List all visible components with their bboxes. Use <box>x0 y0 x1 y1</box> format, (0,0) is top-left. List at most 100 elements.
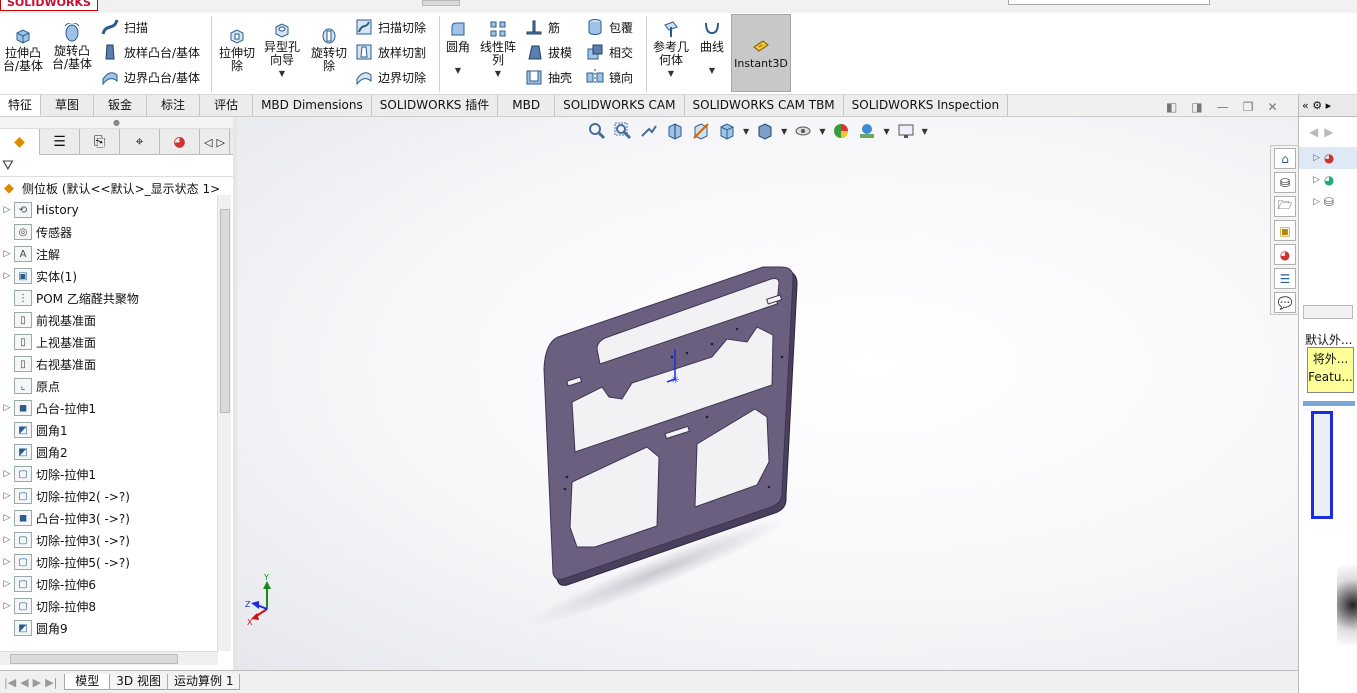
splitter-bar[interactable] <box>1303 401 1355 406</box>
tree-item[interactable]: ⌞ 原点 <box>0 375 60 397</box>
scenes-tree-item[interactable]: ▷ ◕ <box>1299 169 1357 191</box>
expand-arrow-icon[interactable]: ▷ <box>0 205 14 215</box>
tree-item[interactable]: ▷ ⟲ History <box>0 199 79 221</box>
expand-arrow-icon[interactable]: ▷ <box>0 249 14 259</box>
wrap-button[interactable]: 包覆 <box>585 17 633 37</box>
tree-item[interactable]: ◩ 圆角2 <box>0 441 68 463</box>
loft-boss-button[interactable]: 放样凸台/基体 <box>100 42 200 62</box>
revolve-cut-button[interactable]: 旋转切 除 <box>308 25 350 73</box>
mirror-button[interactable]: 镜向 <box>585 67 633 87</box>
double-chevron-left-icon[interactable]: « <box>1302 99 1309 112</box>
part-model[interactable]: ✳ Y X Z <box>237 117 1298 670</box>
display-manager-tab[interactable]: ◕ <box>160 129 200 155</box>
minimize-icon[interactable]: — <box>1217 100 1229 114</box>
swept-cut-button[interactable]: 扫描切除 <box>354 17 426 37</box>
lofted-cut-button[interactable]: 放样切割 <box>354 42 426 62</box>
instant3d-button[interactable]: Instant3D <box>731 14 791 92</box>
sweep-button[interactable]: 扫描 <box>100 17 148 37</box>
restore-icon[interactable]: ❐ <box>1243 100 1254 114</box>
draft-button[interactable]: 拔模 <box>524 42 572 62</box>
next-tab-icon[interactable]: ▶ <box>33 676 41 689</box>
design-library-tab[interactable]: ⛁ <box>1274 172 1296 193</box>
forum-tab[interactable]: 💬 <box>1274 292 1296 313</box>
boundary-boss-button[interactable]: 边界凸台/基体 <box>100 67 200 87</box>
tab-model[interactable]: 模型 <box>64 674 111 690</box>
tree-item[interactable]: ▷ ◼ 凸台-拉伸3( ->?) <box>0 507 130 529</box>
linear-pattern-button[interactable]: 线性阵 列 ▼ <box>478 19 518 80</box>
forward-arrow-icon[interactable]: ▶ <box>1324 125 1333 139</box>
tile-left-icon[interactable]: ◧ <box>1166 100 1177 114</box>
tree-item[interactable]: ▯ 前视基准面 <box>0 309 96 331</box>
fillet-button[interactable]: 圆角 ▼ <box>442 19 474 77</box>
tab-markup[interactable]: 标注 <box>147 95 201 116</box>
tree-item[interactable]: ⋮ POM 乙缩醛共聚物 <box>0 287 139 309</box>
tab-solidworks-addins[interactable]: SOLIDWORKS 插件 <box>371 95 499 116</box>
tree-item[interactable]: ▯ 右视基准面 <box>0 353 96 375</box>
tree-item[interactable]: ▯ 上视基准面 <box>0 331 96 353</box>
expand-arrow-icon[interactable]: ▷ <box>0 403 14 413</box>
configuration-manager-tab[interactable]: ⎘ <box>80 129 120 155</box>
tree-vertical-scrollbar[interactable] <box>217 195 231 651</box>
tree-horizontal-scrollbar[interactable] <box>0 651 218 665</box>
filter-icon[interactable]: ⛛ <box>2 158 14 174</box>
first-tab-icon[interactable]: |◀ <box>4 676 16 689</box>
quick-access-box[interactable] <box>422 0 460 6</box>
tile-right-icon[interactable]: ◨ <box>1191 100 1202 114</box>
expand-arrow-icon[interactable]: ▷ <box>0 535 14 545</box>
tree-item[interactable]: ▷ ▢ 切除-拉伸6 <box>0 573 96 595</box>
custom-properties-tab[interactable]: ☰ <box>1274 268 1296 289</box>
file-explorer-tab[interactable]: 🗁 <box>1274 196 1296 217</box>
view-palette-tab[interactable]: ▣ <box>1274 220 1296 241</box>
expand-arrow-icon[interactable]: ▷ <box>0 271 14 281</box>
linear-pattern-dropdown-icon[interactable]: ▼ <box>495 67 501 80</box>
expand-arrow-icon[interactable]: ▷ <box>0 579 14 589</box>
expand-arrow-icon[interactable]: ▷ <box>0 469 14 479</box>
back-arrow-icon[interactable]: ◀ <box>1309 125 1318 139</box>
tree-item[interactable]: ▷ ◼ 凸台-拉伸1 <box>0 397 96 419</box>
tab-solidworks-inspection[interactable]: SOLIDWORKS Inspection <box>843 95 1009 116</box>
solidworks-resources-tab[interactable]: ⌂ <box>1274 148 1296 169</box>
extrude-boss-button[interactable]: 拉伸凸 台/基体 <box>2 25 44 73</box>
decals-tree-item[interactable]: ▷ ⛁ <box>1299 191 1357 213</box>
hole-wizard-button[interactable]: 异型孔 向导 ▼ <box>261 19 303 80</box>
tab-mbd-dimensions[interactable]: MBD Dimensions <box>253 95 372 116</box>
pin-icon[interactable]: ▸ <box>1326 99 1332 112</box>
property-manager-tab[interactable]: ☰ <box>40 129 80 155</box>
revolve-boss-button[interactable]: 旋转凸 台/基体 <box>50 22 94 71</box>
expand-arrow-icon[interactable]: ▷ <box>0 513 14 523</box>
gear-icon[interactable]: ⚙ <box>1312 99 1322 112</box>
prev-tab-icon[interactable]: ◀ <box>20 676 28 689</box>
tree-item[interactable]: ▷ ▢ 切除-拉伸1 <box>0 463 96 485</box>
curves-dropdown-icon[interactable]: ▼ <box>709 64 715 77</box>
curves-button[interactable]: 曲线 ▼ <box>696 19 728 77</box>
reference-geometry-dropdown-icon[interactable]: ▼ <box>668 67 674 80</box>
tab-solidworks-cam-tbm[interactable]: SOLIDWORKS CAM TBM <box>684 95 844 116</box>
tree-item[interactable]: ▷ ▢ 切除-拉伸5( ->?) <box>0 551 130 573</box>
expand-arrow-icon[interactable]: ▷ <box>0 491 14 501</box>
tree-root-part[interactable]: ◆ 侧位板 (默认<<默认>_显示状态 1> <box>0 177 220 199</box>
task-pane-hscroll[interactable] <box>1303 305 1353 319</box>
intersect-button[interactable]: 相交 <box>585 42 633 62</box>
tab-motion-study[interactable]: 运动算例 1 <box>167 674 241 690</box>
graphics-area[interactable]: ▼ ▼ ▼ ▼ ▼ ✳ Y X Z <box>237 117 1298 670</box>
extrude-cut-button[interactable]: 拉伸切 除 <box>216 25 258 73</box>
dimxpert-manager-tab[interactable]: ⌖ <box>120 129 160 155</box>
tree-item[interactable]: ▷ ▢ 切除-拉伸8 <box>0 595 96 617</box>
tab-3d-views[interactable]: 3D 视图 <box>109 674 168 690</box>
tree-item[interactable]: ◎ 传感器 <box>0 221 72 243</box>
close-icon[interactable]: ✕ <box>1267 100 1277 114</box>
search-box[interactable] <box>1008 0 1210 5</box>
scroll-thumb[interactable] <box>10 654 178 664</box>
tree-item[interactable]: ▷ ▣ 实体(1) <box>0 265 77 287</box>
tab-evaluate[interactable]: 评估 <box>200 95 254 116</box>
feature-manager-tab[interactable]: ◆ <box>0 129 40 155</box>
tab-sketch[interactable]: 草图 <box>41 95 95 116</box>
fillet-dropdown-icon[interactable]: ▼ <box>455 64 461 77</box>
tab-solidworks-cam[interactable]: SOLIDWORKS CAM <box>555 95 685 116</box>
tab-features[interactable]: 特征 <box>0 95 42 116</box>
panel-collapse-handle[interactable]: ● <box>0 117 233 129</box>
tree-item[interactable]: ▷ ▢ 切除-拉伸2( ->?) <box>0 485 130 507</box>
shell-button[interactable]: 抽壳 <box>524 67 572 87</box>
tab-sheet-metal[interactable]: 钣金 <box>94 95 148 116</box>
appearances-tree-item[interactable]: ▷ ◕ <box>1299 147 1357 169</box>
